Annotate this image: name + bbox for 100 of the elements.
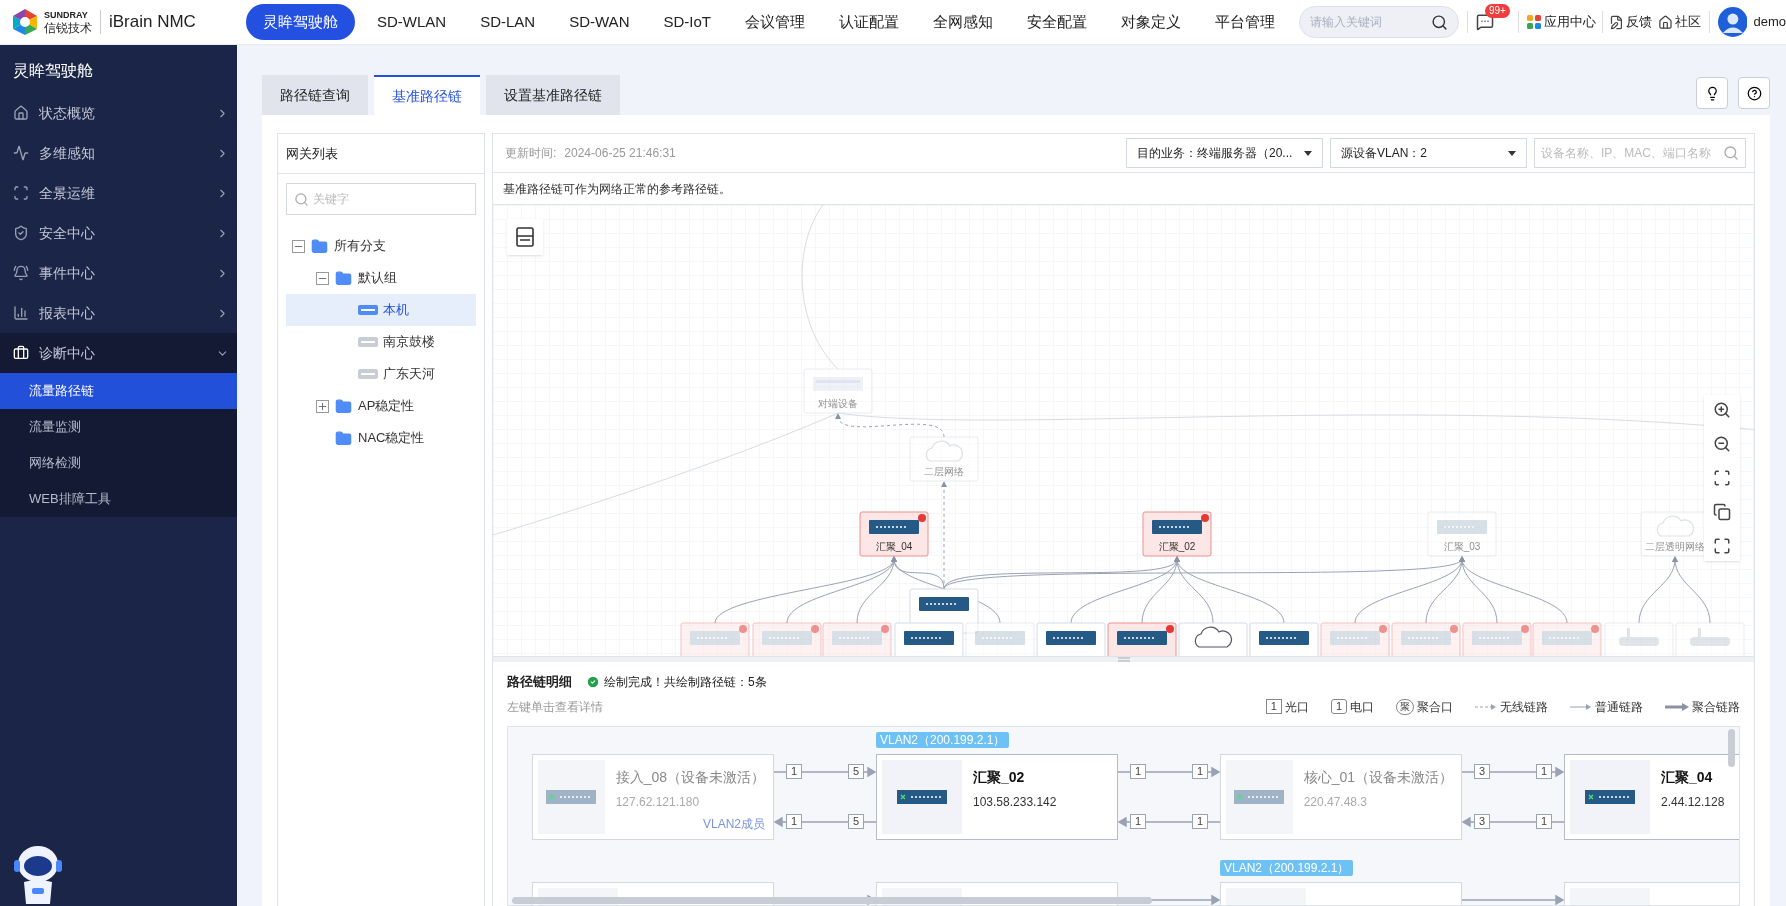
fit-view-icon[interactable]: [1713, 469, 1731, 487]
nav-tab[interactable]: SD-WLAN: [363, 4, 461, 40]
expand-toggle-icon[interactable]: [316, 399, 329, 413]
legend-label: 聚合口: [1417, 698, 1453, 716]
sidebar-item[interactable]: 诊断中心: [0, 333, 237, 373]
community-link[interactable]: 社区: [1674, 12, 1701, 32]
switch-node[interactable]: 汇聚_02: [1142, 511, 1212, 557]
folder-tree-item[interactable]: NAC稳定性: [286, 422, 476, 454]
switch-node[interactable]: 汇聚_04: [859, 511, 929, 557]
switch-icon: [546, 789, 597, 804]
device-card[interactable]: 核心_01（设备未激活） 220.47.48.3: [1220, 753, 1462, 840]
device-tree-item[interactable]: 南京鼓楼: [286, 326, 476, 358]
nav-tab[interactable]: 全网感知: [919, 4, 1007, 40]
nav-tab[interactable]: 平台管理: [1201, 4, 1289, 40]
search-input[interactable]: 请输入关键词: [1310, 13, 1431, 31]
menu-icon: [13, 265, 29, 281]
switch-node[interactable]: [894, 622, 964, 656]
thick-arrow-icon: [1665, 702, 1689, 711]
folder-tree-item[interactable]: AP稳定性: [286, 390, 476, 422]
search-icon: [1723, 145, 1739, 161]
nav-tab[interactable]: SD-LAN: [466, 4, 550, 40]
switch-icon: [897, 789, 947, 804]
sidebar-subitem[interactable]: WEB排障工具: [0, 481, 237, 517]
sidebar-item[interactable]: 事件中心: [0, 253, 237, 293]
feedback-icon: [1608, 14, 1624, 30]
legend-label: 电口: [1350, 698, 1374, 716]
filter-dropdown[interactable]: 目的业务：终端服务器（20...: [1126, 138, 1323, 168]
collapse-toggle-icon[interactable]: [292, 239, 305, 253]
zoom-in-icon[interactable]: [1713, 401, 1731, 419]
tab[interactable]: 基准路径链: [374, 75, 480, 115]
sidebar-title: 灵眸驾驶舱: [12, 60, 94, 81]
port-number: 5: [847, 814, 864, 829]
cloud-node[interactable]: [1178, 622, 1248, 656]
sidebar-item[interactable]: 状态概览: [0, 93, 237, 133]
nav-tab[interactable]: SD-IoT: [649, 4, 725, 40]
app-grid-icon: [1526, 15, 1541, 29]
device-ip: 103.58.233.142: [973, 793, 1058, 811]
optical-port-mark: 1: [1265, 699, 1282, 714]
tips-button[interactable]: [1696, 77, 1728, 109]
vertical-scrollbar[interactable]: [1728, 728, 1735, 767]
device-name: 汇聚_04: [1661, 767, 1714, 787]
legend-label: 普通链路: [1595, 698, 1643, 716]
success-icon: [586, 674, 600, 689]
sidebar-subitem[interactable]: 网络检测: [0, 445, 237, 481]
help-button[interactable]: [1738, 77, 1770, 109]
device-card[interactable]: 汇聚_04 2.44.12.128: [1564, 753, 1739, 840]
device-name: 核心_01（设备未激活）: [1303, 767, 1453, 787]
legend-label: 聚合链路: [1692, 698, 1740, 716]
tab[interactable]: 设置基准路径链: [486, 75, 620, 115]
app-center-link[interactable]: 应用中心: [1543, 12, 1596, 32]
device-tree-item[interactable]: 广东天河: [286, 358, 476, 390]
user-name[interactable]: demo: [1753, 12, 1786, 32]
device-ip: 2.44.12.128: [1661, 793, 1726, 811]
logo-icon: [10, 7, 40, 37]
device-card[interactable]: 汇聚_02 103.58.233.142: [876, 753, 1118, 840]
message-icon[interactable]: [1475, 13, 1494, 31]
sidebar-subitem[interactable]: 流量监测: [0, 409, 237, 445]
collapse-toggle-icon[interactable]: [316, 271, 329, 285]
sidebar-item[interactable]: 全景运维: [0, 173, 237, 213]
resize-handle-icon[interactable]: [1117, 657, 1130, 662]
sidebar-subitem[interactable]: 流量路径链: [0, 373, 237, 409]
sidebar-item[interactable]: 报表中心: [0, 293, 237, 333]
sidebar-item[interactable]: 多维感知: [0, 133, 237, 173]
layout-toggle-button[interactable]: [507, 219, 543, 255]
switch-node[interactable]: [1107, 622, 1177, 656]
copy-icon[interactable]: [1713, 503, 1731, 521]
nav-tab[interactable]: 安全配置: [1013, 4, 1101, 40]
device-search-input[interactable]: 设备名称、IP、MAC、端口名称: [1541, 144, 1723, 162]
sidebar-item[interactable]: 安全中心: [0, 213, 237, 253]
nav-tab[interactable]: 对象定义: [1107, 4, 1195, 40]
notification-badge: 99+: [1484, 4, 1510, 18]
device-tree-item[interactable]: 本机: [286, 294, 476, 326]
nav-tab[interactable]: 认证配置: [825, 4, 913, 40]
switch-node[interactable]: [1249, 622, 1319, 656]
nav-tab[interactable]: SD-WAN: [555, 4, 644, 40]
zoom-out-icon[interactable]: [1713, 435, 1731, 453]
filter-dropdown[interactable]: 源设备VLAN：2: [1330, 138, 1527, 168]
switch-node[interactable]: [1036, 622, 1106, 656]
port-number: 5: [847, 764, 864, 779]
update-time-label: 更新时间:: [505, 145, 557, 162]
keyword-search-field[interactable]: 关键字: [286, 183, 476, 215]
horizontal-scrollbar[interactable]: [512, 897, 1152, 904]
nav-tab[interactable]: 会议管理: [731, 4, 819, 40]
device-card[interactable]: 接入_08（设备未激活） 127.62.121.180 VLAN2成员: [532, 753, 774, 840]
product-name: iBrain NMC: [109, 11, 196, 34]
switch-icon: [1585, 789, 1635, 804]
nav-tab[interactable]: 灵眸驾驶舱: [246, 4, 355, 40]
folder-icon: [335, 429, 352, 447]
user-avatar[interactable]: [1717, 7, 1748, 37]
caret-down-icon: [1508, 150, 1516, 156]
legend-label: 光口: [1284, 698, 1309, 716]
device-search-field[interactable]: 设备名称、IP、MAC、端口名称: [1534, 138, 1746, 168]
fullscreen-icon[interactable]: [1713, 537, 1731, 555]
folder-tree-item[interactable]: 所有分支: [286, 230, 476, 262]
gateway-icon: [358, 305, 378, 315]
search-field[interactable]: 请输入关键词: [1299, 6, 1459, 38]
tab[interactable]: 路径链查询: [262, 75, 368, 115]
keyword-input[interactable]: 关键字: [313, 190, 468, 208]
feedback-link[interactable]: 反馈: [1625, 12, 1652, 32]
folder-tree-item[interactable]: 默认组: [286, 262, 476, 294]
